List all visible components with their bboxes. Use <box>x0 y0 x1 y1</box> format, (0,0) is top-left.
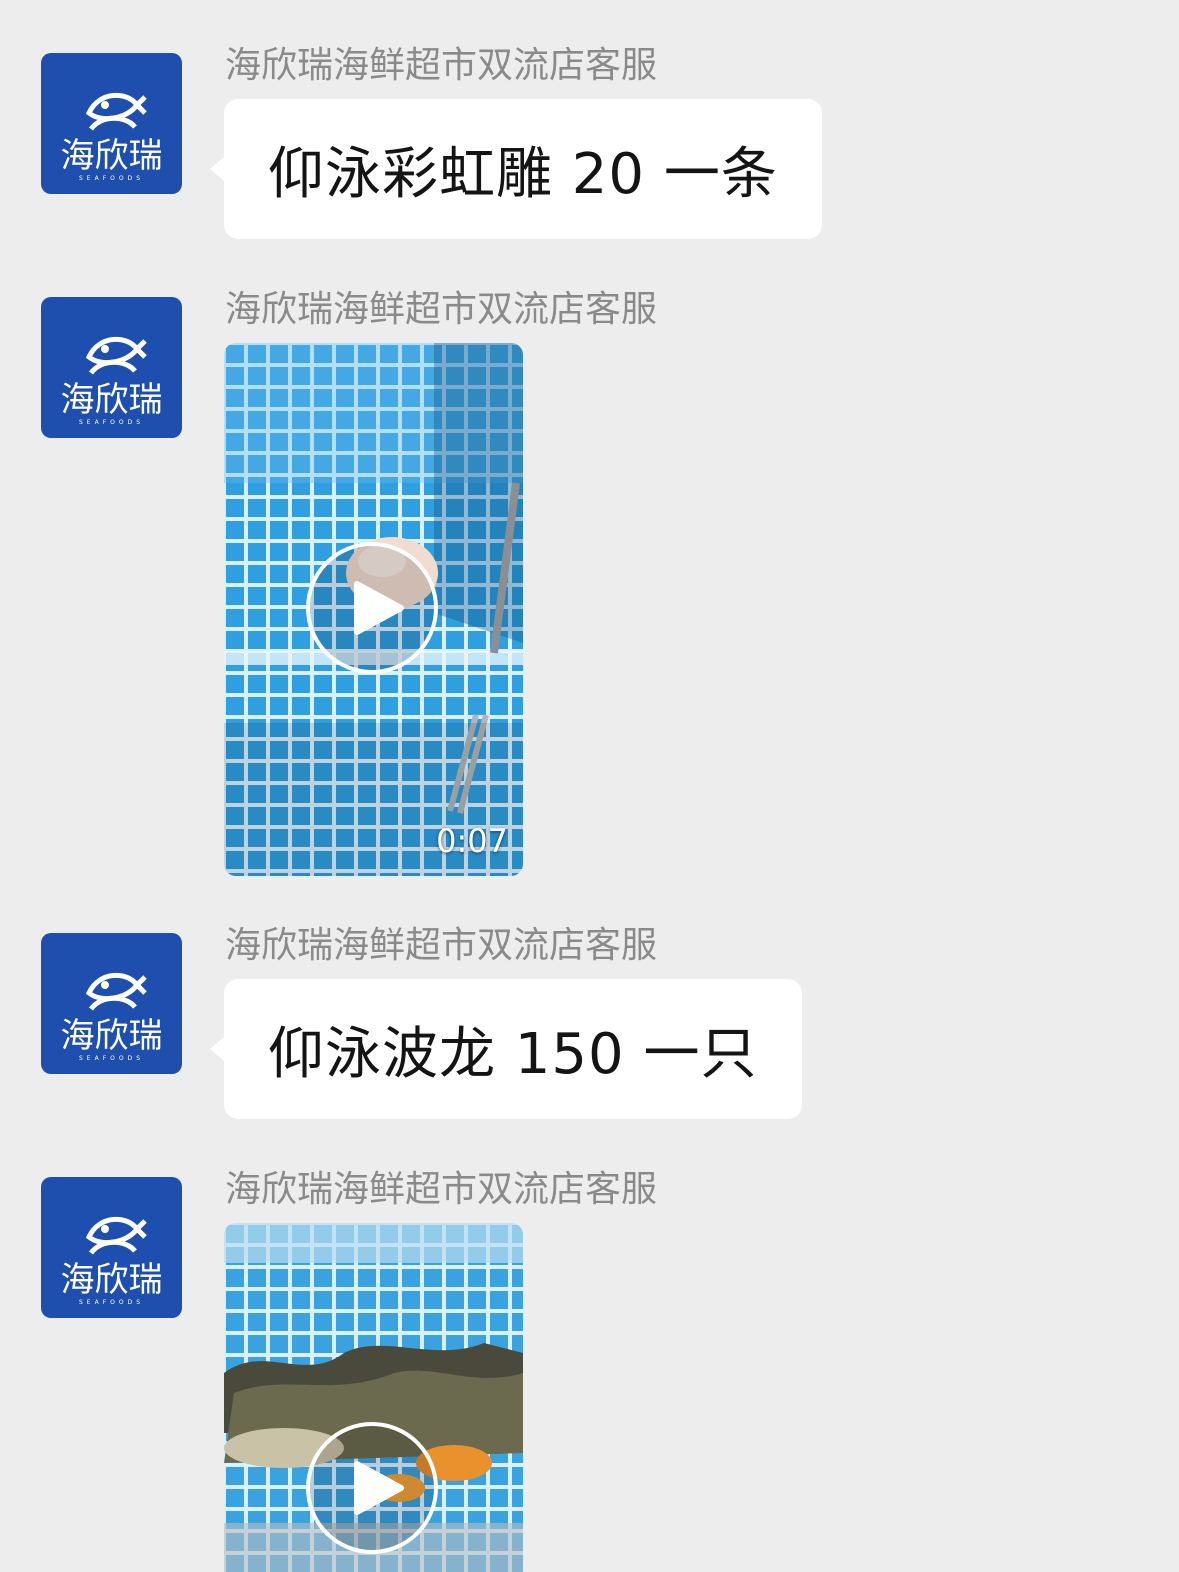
fish-logo-icon: 海欣瑞 SEAFOODS <box>61 336 163 426</box>
svg-text:SEAFOODS: SEAFOODS <box>79 175 144 182</box>
svg-text:海欣瑞: 海欣瑞 <box>61 380 163 420</box>
svg-text:SEAFOODS: SEAFOODS <box>79 419 144 426</box>
play-icon[interactable] <box>305 1421 439 1555</box>
chat-message: 海欣瑞 SEAFOODS 海欣瑞海鲜超市双流店客服 仰泳波龙 150 一只 <box>0 924 1179 1124</box>
message-text: 仰泳波龙 150 一只 <box>268 1021 758 1087</box>
video-message[interactable] <box>224 1223 523 1572</box>
svg-text:SEAFOODS: SEAFOODS <box>79 1055 144 1062</box>
message-text: 仰泳彩虹雕 20 一条 <box>268 141 778 207</box>
video-duration: 0:07 <box>436 822 508 860</box>
avatar[interactable]: 海欣瑞 SEAFOODS <box>41 1177 182 1318</box>
message-bubble[interactable]: 仰泳波龙 150 一只 <box>210 979 802 1119</box>
avatar[interactable]: 海欣瑞 SEAFOODS <box>41 53 182 194</box>
fish-logo-icon: 海欣瑞 SEAFOODS <box>61 972 163 1062</box>
svg-text:海欣瑞: 海欣瑞 <box>61 1260 163 1300</box>
fish-logo-icon: 海欣瑞 SEAFOODS <box>61 92 163 182</box>
chat-message-list[interactable]: 海欣瑞 SEAFOODS 海欣瑞海鲜超市双流店客服 仰泳彩虹雕 20 一条 海欣… <box>0 0 1179 1572</box>
chat-message: 海欣瑞 SEAFOODS 海欣瑞海鲜超市双流店客服 仰泳彩虹雕 20 一条 <box>0 44 1179 244</box>
video-message[interactable]: 0:07 <box>224 343 523 876</box>
sender-name: 海欣瑞海鲜超市双流店客服 <box>225 925 658 966</box>
sender-name: 海欣瑞海鲜超市双流店客服 <box>225 289 658 330</box>
sender-name: 海欣瑞海鲜超市双流店客服 <box>225 1169 658 1210</box>
sender-name: 海欣瑞海鲜超市双流店客服 <box>225 45 658 86</box>
svg-text:海欣瑞: 海欣瑞 <box>61 136 163 176</box>
message-bubble[interactable]: 仰泳彩虹雕 20 一条 <box>210 99 822 239</box>
avatar[interactable]: 海欣瑞 SEAFOODS <box>41 933 182 1074</box>
chat-message: 海欣瑞 SEAFOODS 海欣瑞海鲜超市双流店客服 <box>0 1168 1179 1572</box>
svg-text:海欣瑞: 海欣瑞 <box>61 1016 163 1056</box>
play-icon[interactable] <box>305 541 439 675</box>
avatar[interactable]: 海欣瑞 SEAFOODS <box>41 297 182 438</box>
fish-logo-icon: 海欣瑞 SEAFOODS <box>61 1216 163 1306</box>
chat-message: 海欣瑞 SEAFOODS 海欣瑞海鲜超市双流店客服 <box>0 288 1179 878</box>
svg-text:SEAFOODS: SEAFOODS <box>79 1299 144 1306</box>
